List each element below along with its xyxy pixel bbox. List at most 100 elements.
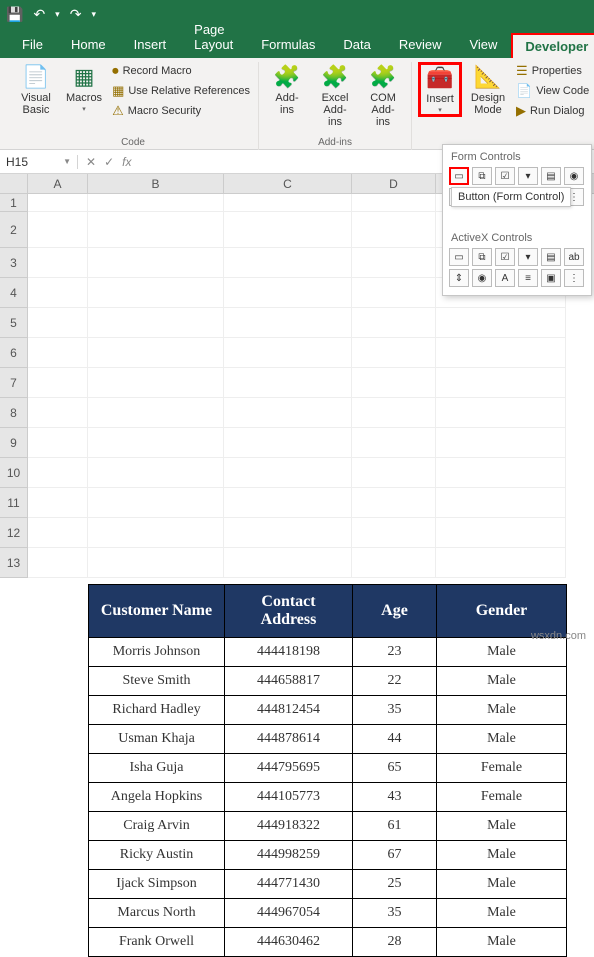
table-cell[interactable]: 444967054 bbox=[225, 899, 353, 928]
table-cell[interactable]: Craig Arvin bbox=[89, 812, 225, 841]
activex-control-item[interactable]: ⋮ bbox=[564, 269, 584, 287]
tab-file[interactable]: File bbox=[8, 31, 57, 58]
cell[interactable] bbox=[352, 338, 436, 368]
undo-icon[interactable]: ↶ bbox=[33, 6, 45, 23]
design-mode-button[interactable]: 📐Design Mode bbox=[466, 62, 510, 118]
row-header[interactable]: 12 bbox=[0, 518, 28, 548]
redo-icon[interactable]: ↷ bbox=[70, 6, 82, 23]
activex-control-item[interactable]: ≡ bbox=[518, 269, 538, 287]
table-cell[interactable]: Male bbox=[437, 667, 567, 696]
cell[interactable] bbox=[352, 428, 436, 458]
row-header[interactable]: 3 bbox=[0, 248, 28, 278]
form-control-item[interactable]: ◉ bbox=[564, 167, 584, 185]
table-cell[interactable]: 43 bbox=[353, 783, 437, 812]
col-header[interactable]: B bbox=[88, 174, 224, 193]
cell[interactable] bbox=[436, 338, 566, 368]
table-cell[interactable]: 444918322 bbox=[225, 812, 353, 841]
row-header[interactable]: 1 bbox=[0, 194, 28, 212]
activex-control-item[interactable]: A bbox=[495, 269, 515, 287]
com-addins-button[interactable]: 🧩COM Add-ins bbox=[361, 62, 405, 130]
cell[interactable] bbox=[28, 308, 88, 338]
activex-control-item[interactable]: ▾ bbox=[518, 248, 538, 266]
cell[interactable] bbox=[224, 338, 352, 368]
visual-basic-button[interactable]: 📄 Visual Basic bbox=[14, 62, 58, 118]
cell[interactable] bbox=[224, 278, 352, 308]
col-header[interactable]: A bbox=[28, 174, 88, 193]
table-cell[interactable]: Ricky Austin bbox=[89, 841, 225, 870]
activex-control-item[interactable]: ab bbox=[564, 248, 584, 266]
cell[interactable] bbox=[88, 548, 224, 578]
cell[interactable] bbox=[224, 488, 352, 518]
properties-button[interactable]: ☰Properties bbox=[514, 62, 591, 80]
cell[interactable] bbox=[28, 488, 88, 518]
insert-control-button[interactable]: 🧰Insert▾ bbox=[418, 62, 462, 117]
cell[interactable] bbox=[88, 458, 224, 488]
cell[interactable] bbox=[28, 428, 88, 458]
table-cell[interactable]: 25 bbox=[353, 870, 437, 899]
cell[interactable] bbox=[28, 368, 88, 398]
cell[interactable] bbox=[436, 308, 566, 338]
relative-refs-button[interactable]: ▦Use Relative References bbox=[110, 82, 252, 100]
cell[interactable] bbox=[352, 398, 436, 428]
row-header[interactable]: 11 bbox=[0, 488, 28, 518]
table-cell[interactable]: Male bbox=[437, 870, 567, 899]
table-cell[interactable]: 65 bbox=[353, 754, 437, 783]
cell[interactable] bbox=[436, 518, 566, 548]
table-cell[interactable]: 444418198 bbox=[225, 638, 353, 667]
cell[interactable] bbox=[224, 194, 352, 212]
table-cell[interactable]: 44 bbox=[353, 725, 437, 754]
cell[interactable] bbox=[352, 248, 436, 278]
form-control-item[interactable]: ▤ bbox=[541, 167, 561, 185]
cell[interactable] bbox=[436, 398, 566, 428]
record-macro-button[interactable]: ⏺Record Macro bbox=[110, 62, 252, 80]
cell[interactable] bbox=[224, 308, 352, 338]
table-cell[interactable]: Morris Johnson bbox=[89, 638, 225, 667]
table-cell[interactable]: 67 bbox=[353, 841, 437, 870]
row-header[interactable]: 9 bbox=[0, 428, 28, 458]
table-cell[interactable]: 22 bbox=[353, 667, 437, 696]
cell[interactable] bbox=[352, 518, 436, 548]
cell[interactable] bbox=[28, 248, 88, 278]
name-box[interactable]: H15▼ bbox=[0, 155, 78, 169]
table-cell[interactable]: Male bbox=[437, 928, 567, 957]
table-cell[interactable]: 444105773 bbox=[225, 783, 353, 812]
cell[interactable] bbox=[224, 248, 352, 278]
cell[interactable] bbox=[28, 338, 88, 368]
activex-control-item[interactable]: ◉ bbox=[472, 269, 492, 287]
macro-security-button[interactable]: ⚠Macro Security bbox=[110, 102, 252, 120]
table-cell[interactable]: 444795695 bbox=[225, 754, 353, 783]
cell[interactable] bbox=[352, 548, 436, 578]
qat-customize-icon[interactable]: ▾ bbox=[91, 9, 96, 20]
table-cell[interactable]: Ijack Simpson bbox=[89, 870, 225, 899]
cell[interactable] bbox=[88, 194, 224, 212]
undo-dropdown-icon[interactable]: ▾ bbox=[55, 9, 60, 20]
cell[interactable] bbox=[436, 368, 566, 398]
col-header[interactable]: D bbox=[352, 174, 436, 193]
cell[interactable] bbox=[28, 458, 88, 488]
table-cell[interactable]: 444630462 bbox=[225, 928, 353, 957]
excel-addins-button[interactable]: 🧩Excel Add-ins bbox=[313, 62, 357, 130]
tab-page-layout[interactable]: Page Layout bbox=[180, 16, 247, 58]
confirm-icon[interactable]: ✓ bbox=[104, 155, 114, 169]
form-control-item[interactable]: ☑ bbox=[495, 167, 515, 185]
cell[interactable] bbox=[88, 278, 224, 308]
cell[interactable] bbox=[88, 518, 224, 548]
activex-control-item[interactable]: ☑ bbox=[495, 248, 515, 266]
table-cell[interactable]: Frank Orwell bbox=[89, 928, 225, 957]
table-cell[interactable]: 28 bbox=[353, 928, 437, 957]
table-header[interactable]: Contact Address bbox=[225, 585, 353, 638]
table-cell[interactable]: Marcus North bbox=[89, 899, 225, 928]
table-cell[interactable]: Isha Guja bbox=[89, 754, 225, 783]
table-header[interactable]: Age bbox=[353, 585, 437, 638]
cell[interactable] bbox=[352, 278, 436, 308]
table-cell[interactable]: 23 bbox=[353, 638, 437, 667]
addins-button[interactable]: 🧩Add- ins bbox=[265, 62, 309, 118]
tab-developer[interactable]: Developer bbox=[511, 33, 594, 58]
form-control-item[interactable]: ▾ bbox=[518, 167, 538, 185]
table-cell[interactable]: 444878614 bbox=[225, 725, 353, 754]
activex-control-item[interactable]: ⇕ bbox=[449, 269, 469, 287]
table-cell[interactable]: 35 bbox=[353, 899, 437, 928]
tab-formulas[interactable]: Formulas bbox=[247, 31, 329, 58]
cell[interactable] bbox=[88, 488, 224, 518]
cell[interactable] bbox=[352, 308, 436, 338]
